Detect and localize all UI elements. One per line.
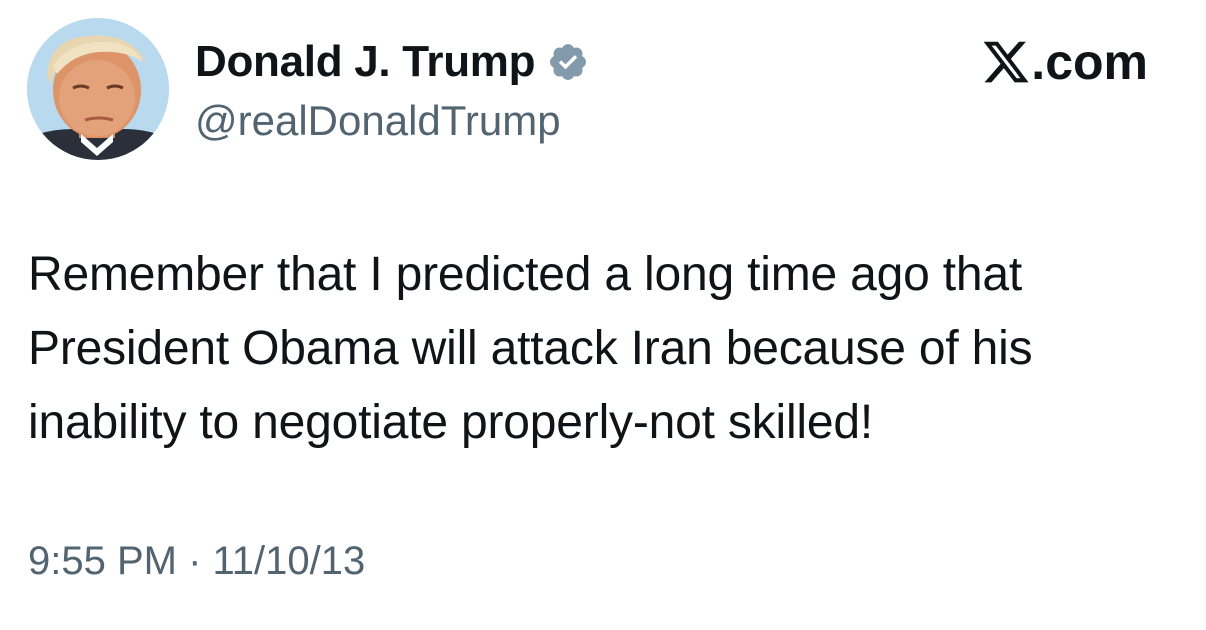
x-logo-icon <box>981 37 1031 87</box>
timestamp[interactable]: 9:55 PM · 11/10/13 <box>28 536 365 586</box>
tweet-card: Donald J. Trump @realDonaldTrump .com Re… <box>0 0 1206 630</box>
site-brand: .com <box>981 34 1148 90</box>
profile-photo-icon <box>27 18 169 160</box>
verified-badge-icon <box>547 41 589 83</box>
handle[interactable]: @realDonaldTrump <box>195 96 561 146</box>
tweet-text: Remember that I predicted a long time ag… <box>28 248 1033 449</box>
brand-text: .com <box>1031 34 1148 90</box>
avatar[interactable] <box>27 18 169 160</box>
display-name-row: Donald J. Trump <box>195 36 589 88</box>
display-name[interactable]: Donald J. Trump <box>195 36 536 88</box>
